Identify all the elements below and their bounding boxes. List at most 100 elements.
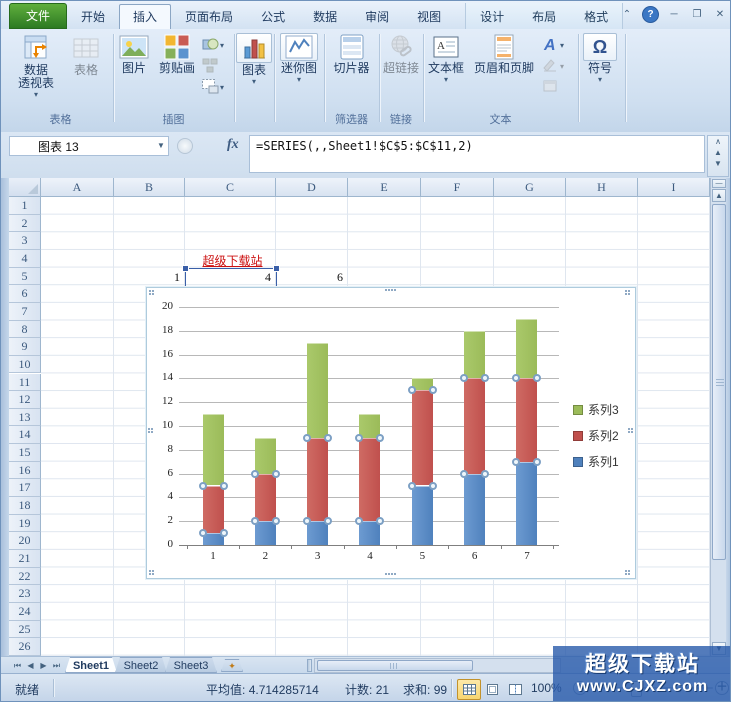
chart-resize-handle[interactable] bbox=[628, 428, 636, 436]
sheet-tab-Sheet2[interactable]: Sheet2 bbox=[115, 657, 167, 673]
wordart-button[interactable]: A▾ bbox=[541, 36, 575, 56]
bar-系列3-cat7[interactable] bbox=[516, 319, 537, 379]
剪贴画-button[interactable]: 剪贴画 bbox=[155, 33, 199, 75]
tab-公式[interactable]: 公式 bbox=[247, 4, 299, 29]
page-layout-view-icon[interactable] bbox=[480, 679, 504, 700]
row-header-3[interactable]: 3 bbox=[9, 232, 41, 250]
文本框-button[interactable]: A文本框▾ bbox=[425, 33, 467, 84]
bar-系列3-cat3[interactable] bbox=[307, 343, 328, 438]
page-break-view-icon[interactable] bbox=[503, 679, 527, 700]
bar-系列2-cat6[interactable] bbox=[464, 378, 485, 473]
row-header-16[interactable]: 16 bbox=[9, 462, 41, 480]
horizontal-scrollbar[interactable] bbox=[314, 658, 561, 673]
normal-view-icon[interactable] bbox=[457, 679, 481, 700]
图片-button[interactable]: 图片 bbox=[115, 33, 153, 75]
tab-格式[interactable]: 格式 bbox=[570, 4, 622, 29]
bar-系列1-cat2[interactable] bbox=[255, 521, 276, 545]
页眉和页脚-button[interactable]: 页眉和页脚 bbox=[469, 33, 539, 75]
screenshot-button[interactable]: ▾ bbox=[201, 78, 231, 98]
chart-resize-handle[interactable] bbox=[625, 570, 633, 578]
chart-resize-handle[interactable] bbox=[385, 573, 393, 581]
chart-resize-handle[interactable] bbox=[149, 570, 157, 578]
next-sheet-icon[interactable]: ▶ bbox=[37, 659, 50, 672]
column-header-G[interactable]: G bbox=[494, 178, 566, 197]
row-header-4[interactable]: 4 bbox=[9, 250, 41, 268]
row-header-14[interactable]: 14 bbox=[9, 426, 41, 444]
数据 透视表-button[interactable]: 数据 透视表▾ bbox=[10, 33, 62, 99]
tab-设计[interactable]: 设计 bbox=[466, 4, 518, 29]
bar-系列2-cat3[interactable] bbox=[307, 438, 328, 521]
bar-系列3-cat6[interactable] bbox=[464, 331, 485, 379]
row-header-11[interactable]: 11 bbox=[9, 374, 41, 392]
column-header-B[interactable]: B bbox=[114, 178, 185, 197]
first-sheet-icon[interactable]: ⏮ bbox=[11, 659, 24, 672]
legend-item-系列1[interactable]: 系列1 bbox=[573, 453, 619, 470]
row-header-8[interactable]: 8 bbox=[9, 321, 41, 339]
bar-系列1-cat7[interactable] bbox=[516, 462, 537, 545]
tab-file[interactable]: 文件 bbox=[9, 3, 67, 29]
ribbon-collapse-icon[interactable]: ⌃ bbox=[619, 7, 635, 22]
row-header-9[interactable]: 9 bbox=[9, 338, 41, 356]
signature-line-button[interactable]: ▾ bbox=[541, 57, 575, 77]
bar-系列2-cat7[interactable] bbox=[516, 378, 537, 461]
formula-bar-expand-control[interactable]: ∧▲▼ bbox=[707, 135, 729, 177]
bar-系列1-cat3[interactable] bbox=[307, 521, 328, 545]
insert-function-icon[interactable]: fx bbox=[227, 137, 247, 155]
迷你图-button[interactable]: 迷你图▾ bbox=[276, 33, 322, 84]
row-header-13[interactable]: 13 bbox=[9, 409, 41, 427]
tab-开始[interactable]: 开始 bbox=[67, 4, 119, 29]
bar-系列1-cat6[interactable] bbox=[464, 474, 485, 545]
row-header-17[interactable]: 17 bbox=[9, 479, 41, 497]
close-icon[interactable]: ✕ bbox=[712, 7, 728, 22]
horizontal-scroll-thumb[interactable] bbox=[317, 660, 473, 671]
legend-item-系列2[interactable]: 系列2 bbox=[573, 427, 619, 444]
chart-resize-handle[interactable] bbox=[625, 290, 633, 298]
chart-resize-handle[interactable] bbox=[148, 428, 156, 436]
row-header-19[interactable]: 19 bbox=[9, 515, 41, 533]
sheet-tab-Sheet1[interactable]: Sheet1 bbox=[65, 657, 117, 673]
row-header-20[interactable]: 20 bbox=[9, 532, 41, 550]
chart-resize-handle[interactable] bbox=[385, 289, 393, 297]
formula-input[interactable]: =SERIES(,,Sheet1!$C$5:$C$11,2) bbox=[249, 135, 705, 173]
tab-布局[interactable]: 布局 bbox=[518, 4, 570, 29]
row-header-12[interactable]: 12 bbox=[9, 391, 41, 409]
column-header-H[interactable]: H bbox=[566, 178, 638, 197]
embedded-chart[interactable]: 024681012141618201234567系列3系列2系列1 bbox=[146, 287, 636, 579]
切片器-button[interactable]: 切片器 bbox=[326, 33, 377, 75]
row-header-10[interactable]: 10 bbox=[9, 356, 41, 374]
minimize-icon[interactable]: ─ bbox=[666, 7, 682, 22]
scroll-up-icon[interactable]: ▲ bbox=[712, 189, 726, 202]
smartart-button[interactable] bbox=[201, 57, 231, 77]
超链接-button[interactable]: 超链接 bbox=[381, 33, 421, 75]
sheet-tab-Sheet3[interactable]: Sheet3 bbox=[165, 657, 217, 673]
row-header-26[interactable]: 26 bbox=[9, 638, 41, 656]
row-header-2[interactable]: 2 bbox=[9, 215, 41, 233]
符号-button[interactable]: Ω符号▾ bbox=[580, 33, 620, 84]
tab-页面布局[interactable]: 页面布局 bbox=[171, 4, 247, 29]
column-header-C[interactable]: C bbox=[185, 178, 276, 197]
column-header-F[interactable]: F bbox=[421, 178, 494, 197]
column-header-D[interactable]: D bbox=[276, 178, 348, 197]
row-header-25[interactable]: 25 bbox=[9, 621, 41, 639]
bar-系列3-cat1[interactable] bbox=[203, 414, 224, 485]
bar-系列2-cat4[interactable] bbox=[359, 438, 380, 521]
row-header-7[interactable]: 7 bbox=[9, 303, 41, 321]
row-header-23[interactable]: 23 bbox=[9, 585, 41, 603]
select-all-corner[interactable] bbox=[9, 178, 41, 197]
shapes-button[interactable]: ▾ bbox=[201, 36, 231, 56]
tab-数据[interactable]: 数据 bbox=[299, 4, 351, 29]
bar-系列2-cat1[interactable] bbox=[203, 486, 224, 534]
tab-视图[interactable]: 视图 bbox=[403, 4, 455, 29]
bar-系列1-cat4[interactable] bbox=[359, 521, 380, 545]
object-button[interactable] bbox=[541, 78, 575, 98]
row-header-18[interactable]: 18 bbox=[9, 497, 41, 515]
scrollbar-split-handle[interactable]: — bbox=[712, 179, 726, 188]
column-header-I[interactable]: I bbox=[638, 178, 710, 197]
表格-button[interactable]: 表格 bbox=[64, 33, 108, 77]
chart-resize-handle[interactable] bbox=[149, 290, 157, 298]
bar-系列2-cat2[interactable] bbox=[255, 474, 276, 522]
图表-button[interactable]: 图表▾ bbox=[236, 33, 272, 86]
insert-worksheet-icon[interactable]: ✦ bbox=[221, 659, 243, 672]
restore-icon[interactable]: ❐ bbox=[689, 7, 705, 22]
tab-审阅[interactable]: 审阅 bbox=[351, 4, 403, 29]
